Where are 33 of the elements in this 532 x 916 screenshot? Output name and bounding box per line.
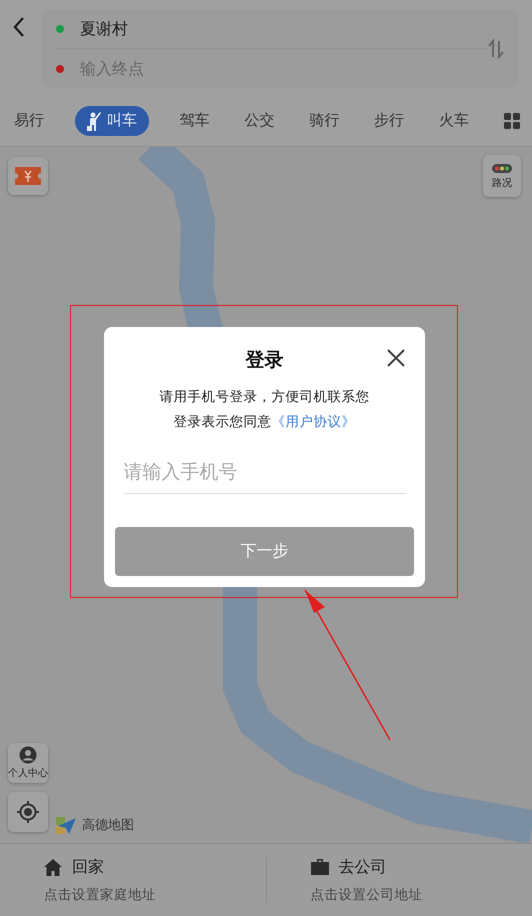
house-icon <box>44 858 62 876</box>
locate-icon <box>16 800 40 824</box>
person-hailing-icon <box>86 110 101 130</box>
ticket-icon <box>15 167 41 185</box>
mode-tab[interactable]: 火车 <box>435 106 474 135</box>
locate-button[interactable] <box>8 792 48 832</box>
start-dot <box>56 25 64 33</box>
map-brand-label: 高德地图 <box>82 817 134 834</box>
grid-icon <box>504 112 520 128</box>
close-icon <box>387 349 405 367</box>
shortcut-hint: 点击设置公司地址 <box>310 886 424 904</box>
mode-tab[interactable]: 公交 <box>240 106 279 135</box>
traffic-button[interactable]: 路况 <box>483 155 521 197</box>
shortcut-hint: 点击设置家庭地址 <box>44 886 157 904</box>
briefcase-icon <box>310 859 328 875</box>
map-logo-icon <box>56 815 76 835</box>
user-agreement-link[interactable]: 《用户协议》 <box>272 414 356 430</box>
dialog-message: 请用手机号登录，方便司机联系您 <box>160 388 370 407</box>
agreement-text: 登录表示您同意《用户协议》 <box>174 413 356 432</box>
profile-button[interactable]: 个人中心 <box>8 743 48 783</box>
close-button[interactable] <box>387 349 405 367</box>
mode-tab[interactable]: 易行 <box>10 106 48 135</box>
end-dot <box>56 64 64 72</box>
mode-tab[interactable]: 骑行 <box>305 106 344 135</box>
traffic-light-icon <box>491 162 513 174</box>
shortcut-title[interactable]: 回家 <box>72 856 104 878</box>
shortcut-title[interactable]: 去公司 <box>338 856 386 878</box>
dialog-title: 登录 <box>246 348 284 373</box>
mode-tab[interactable]: 驾车 <box>176 106 214 135</box>
user-icon <box>19 746 37 764</box>
mode-tab[interactable]: 步行 <box>370 106 408 135</box>
mode-tab[interactable]: 叫车 <box>74 106 149 136</box>
start-location[interactable]: 夏谢村 <box>80 18 128 40</box>
